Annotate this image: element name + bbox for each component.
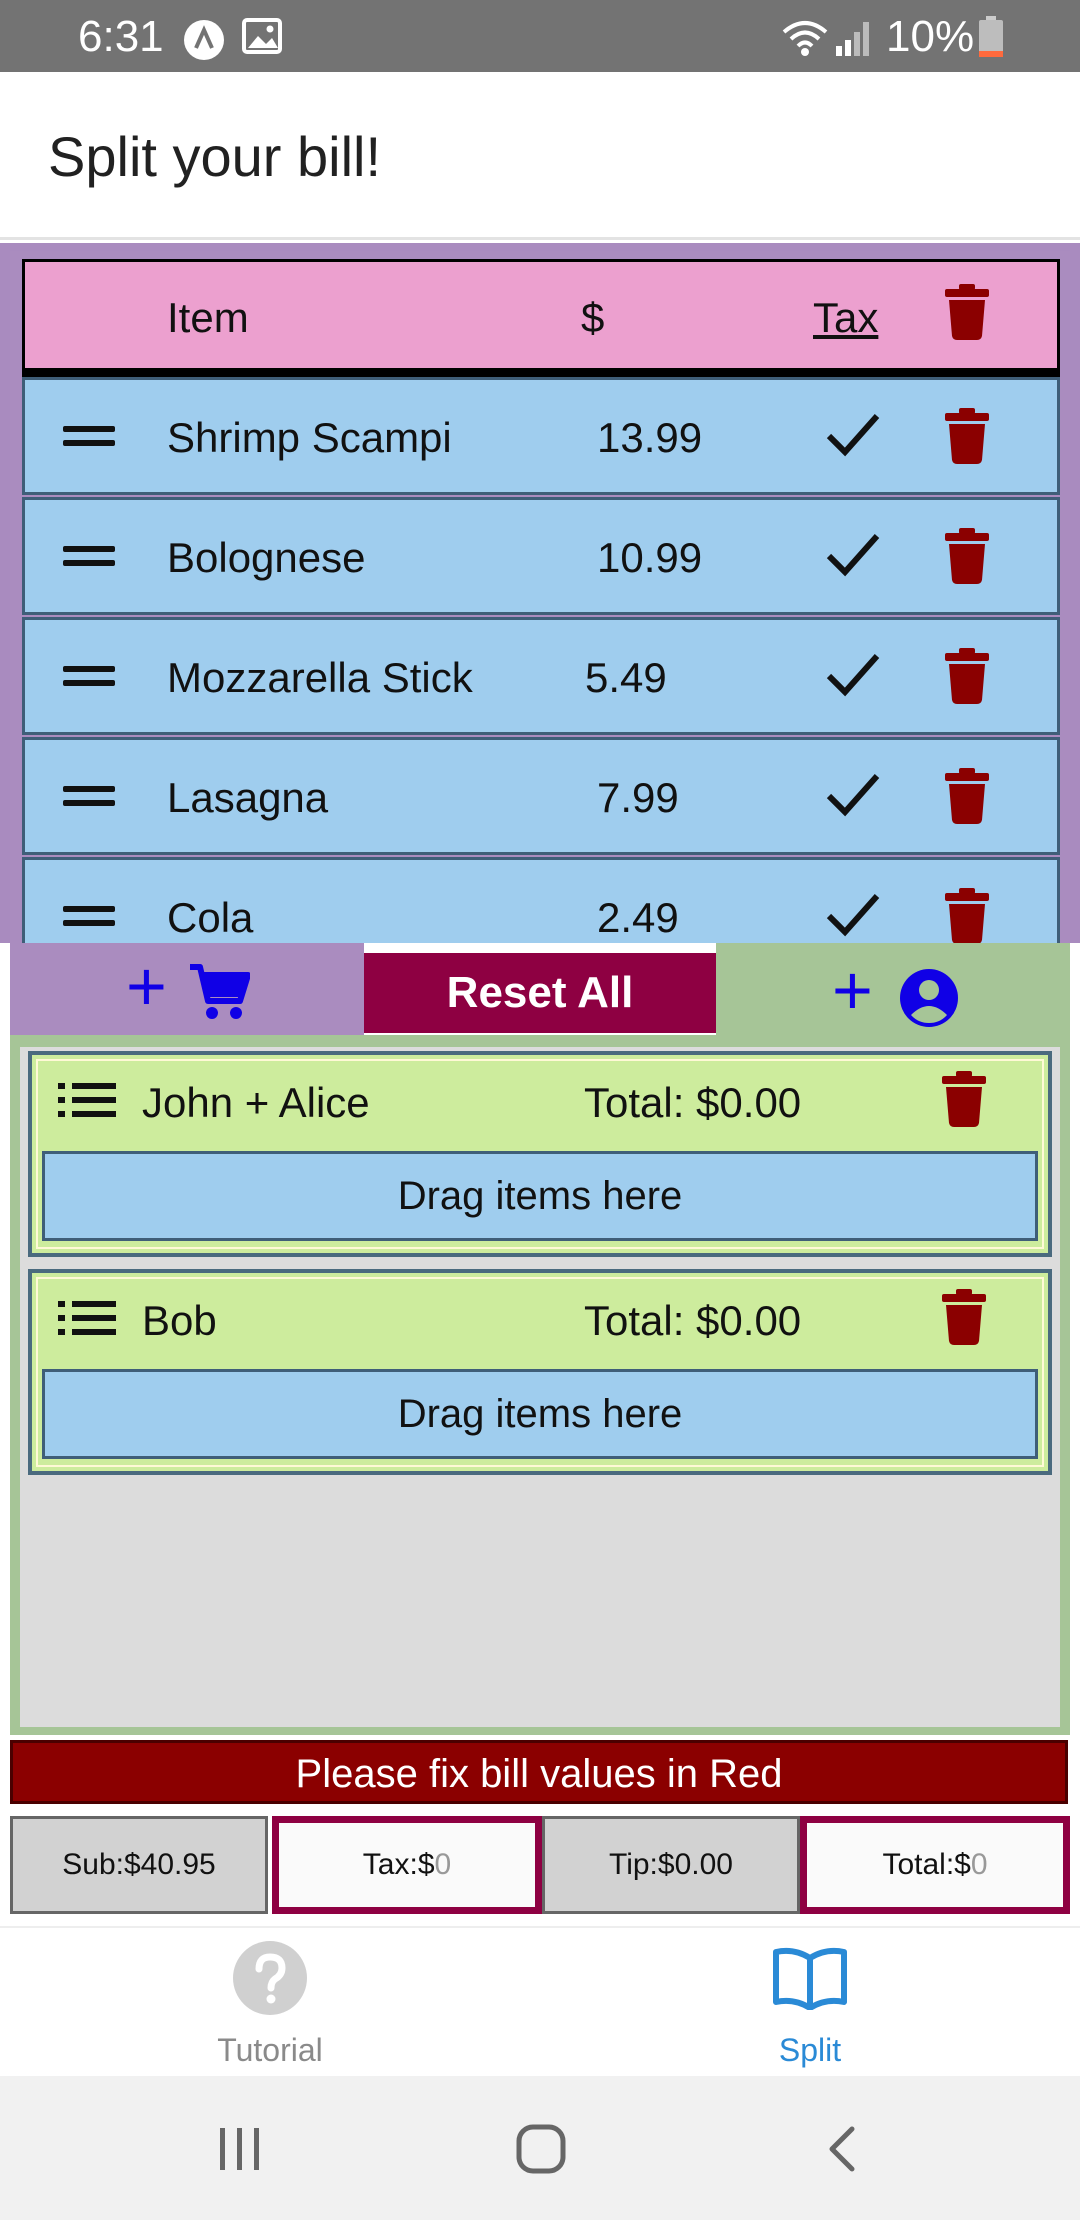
app-notification-icon [182,18,226,67]
person-icon [898,967,960,1034]
list-icon[interactable] [58,1301,116,1340]
item-name[interactable]: Shrimp Scampi [167,414,452,462]
home-icon[interactable] [516,2124,566,2179]
tip-display[interactable]: Tip:$0.00 [542,1816,800,1914]
item-row[interactable]: Lasagna 7.99 [22,737,1060,855]
person-name[interactable]: John + Alice [142,1079,370,1127]
total-input-label: Total:$ [882,1848,971,1881]
person-total: Total: $0.00 [584,1079,802,1126]
book-icon [772,1946,848,2015]
system-nav-bar [0,2076,1080,2220]
tax-checkmark-icon[interactable] [825,410,881,465]
question-icon [232,1940,308,2021]
item-price[interactable]: 10.99 [597,534,702,582]
tab-tutorial[interactable]: Tutorial [0,1928,540,2078]
item-name[interactable]: Cola [167,894,253,942]
back-icon[interactable] [826,2126,856,2177]
list-icon[interactable] [58,1083,116,1122]
item-row[interactable]: Bolognese 10.99 [22,497,1060,615]
page-title: Split your bill! [48,125,382,188]
delete-item-icon[interactable] [945,768,989,829]
shopping-cart-icon [188,963,251,1026]
delete-item-icon[interactable] [945,888,989,943]
tax-checkmark-icon[interactable] [825,530,881,585]
total-input-placeholder[interactable]: 0 [971,1848,988,1881]
item-name[interactable]: Mozzarella Stick [167,654,473,702]
tax-input-label: Tax:$ [362,1848,435,1881]
drag-handle-icon[interactable] [63,786,115,808]
recent-apps-icon[interactable] [218,2126,262,2177]
header-item-label: Item [167,294,249,341]
drag-handle-icon[interactable] [63,666,115,688]
item-name[interactable]: Lasagna [167,774,328,822]
tax-checkmark-icon[interactable] [825,770,881,825]
item-dropzone[interactable]: Drag items here [42,1369,1038,1459]
person-name[interactable]: Bob [142,1297,217,1345]
delete-all-items-icon[interactable] [945,284,989,345]
items-panel: Item $ Tax Shrimp Scampi 13.99 Bolognese… [0,243,1080,943]
reset-all-button[interactable]: Reset All [364,953,716,1033]
tax-checkmark-icon[interactable] [825,890,881,943]
add-person-plus-icon: + [832,951,873,1029]
tax-input[interactable]: Tax:$0 [272,1816,542,1914]
signal-icon [834,18,874,63]
delete-person-icon[interactable] [942,1289,986,1350]
battery-percent: 10% [886,12,975,61]
tab-tutorial-label: Tutorial [217,2032,323,2068]
bottom-nav: Tutorial Split [0,1926,1080,2076]
delete-item-icon[interactable] [945,408,989,469]
add-item-plus-icon: + [126,947,167,1025]
item-row[interactable]: Cola 2.49 [22,857,1060,943]
people-panel: John + Alice Total: $0.00 Drag items her… [10,1035,1070,1735]
item-price[interactable]: 5.49 [585,654,667,702]
header-price-label: $ [581,294,605,341]
delete-item-icon[interactable] [945,528,989,589]
status-bar: 6:31 10% [0,0,1080,72]
person-group[interactable]: John + Alice Total: $0.00 Drag items her… [28,1051,1052,1257]
tab-split-label: Split [778,2032,842,2068]
item-row[interactable]: Shrimp Scampi 13.99 [22,377,1060,495]
status-time: 6:31 [78,12,164,61]
item-name[interactable]: Bolognese [167,534,366,582]
item-row[interactable]: Mozzarella Stick 5.49 [22,617,1060,735]
header-tax-toggle[interactable]: Tax [813,294,878,342]
subtotal-display: Sub:$40.95 [10,1816,268,1914]
item-price[interactable]: 13.99 [597,414,702,462]
drag-handle-icon[interactable] [63,546,115,568]
drag-handle-icon[interactable] [63,906,115,928]
delete-item-icon[interactable] [945,648,989,709]
tab-split[interactable]: Split [540,1928,1080,2078]
items-list[interactable]: Item $ Tax Shrimp Scampi 13.99 Bolognese… [10,251,1070,943]
item-price[interactable]: 2.49 [597,894,679,942]
app-header: Split your bill! [0,72,1080,240]
item-dropzone[interactable]: Drag items here [42,1151,1038,1241]
people-list[interactable]: John + Alice Total: $0.00 Drag items her… [20,1047,1060,1727]
image-notification-icon [242,18,282,59]
battery-icon [978,16,1004,63]
control-bar: + Reset All + [0,943,1080,1035]
wifi-icon [780,18,830,63]
totals-bar: Sub:$40.95 Tax:$0 Tip:$0.00 Total:$0 [10,1816,1070,1914]
item-price[interactable]: 7.99 [597,774,679,822]
error-banner: Please fix bill values in Red [10,1740,1068,1804]
tax-input-placeholder[interactable]: 0 [435,1848,452,1881]
drag-handle-icon[interactable] [63,426,115,448]
tax-checkmark-icon[interactable] [825,650,881,705]
add-item-button[interactable]: + [10,943,364,1035]
person-group[interactable]: Bob Total: $0.00 Drag items here [28,1269,1052,1475]
add-person-button[interactable]: + [716,943,1070,1035]
items-header-row: Item $ Tax [22,259,1060,377]
delete-person-icon[interactable] [942,1071,986,1132]
total-input[interactable]: Total:$0 [800,1816,1070,1914]
person-total: Total: $0.00 [584,1297,802,1344]
